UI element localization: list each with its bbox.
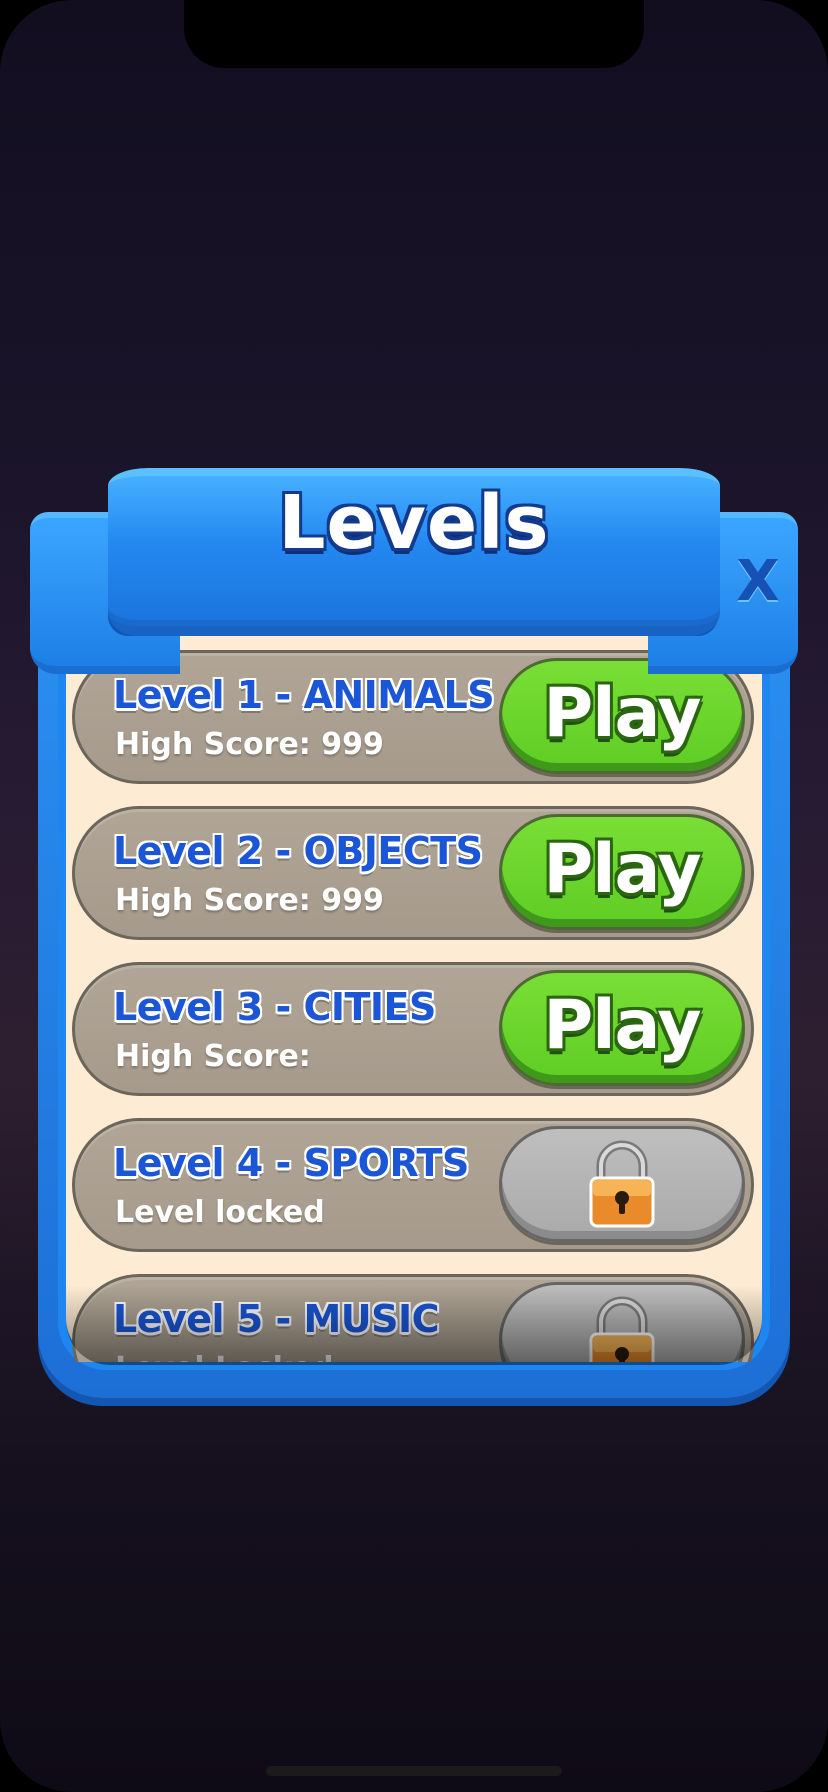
level-title: Level 4 - SPORTS: [113, 1141, 469, 1185]
level-title: Level 2 - OBJECTS: [113, 829, 483, 873]
play-button-level-3[interactable]: Play: [499, 970, 745, 1086]
close-button[interactable]: X: [728, 548, 788, 614]
level-high-score: High Score:: [115, 1039, 311, 1074]
level-title: Level 5 - MUSIC: [113, 1297, 440, 1341]
level-row-3: Level 3 - CITIES High Score: Play: [72, 962, 754, 1096]
level-high-score: High Score: 999: [115, 727, 384, 762]
padlock-icon: [589, 1140, 655, 1228]
play-button-label: Play: [543, 673, 701, 753]
locked-button-level-4[interactable]: [499, 1126, 745, 1242]
level-row-2: Level 2 - OBJECTS High Score: 999 Play: [72, 806, 754, 940]
level-row-4: Level 4 - SPORTS Level locked: [72, 1118, 754, 1252]
level-title: Level 3 - CITIES: [113, 985, 436, 1029]
panel-clip-spacer: [66, 1362, 762, 1402]
popup-title: Levels: [278, 480, 550, 566]
level-high-score: High Score: 999: [115, 883, 384, 918]
device-notch: [184, 0, 644, 68]
play-button-level-2[interactable]: Play: [499, 814, 745, 930]
play-button-level-1[interactable]: Play: [499, 658, 745, 774]
game-screen: Level 1 - ANIMALS High Score: 999 Play L…: [0, 0, 828, 1792]
play-button-label: Play: [543, 829, 701, 909]
level-status: Level locked: [115, 1195, 325, 1230]
home-indicator: [266, 1766, 562, 1776]
level-title: Level 1 - ANIMALS: [113, 673, 495, 717]
play-button-label: Play: [543, 985, 701, 1065]
